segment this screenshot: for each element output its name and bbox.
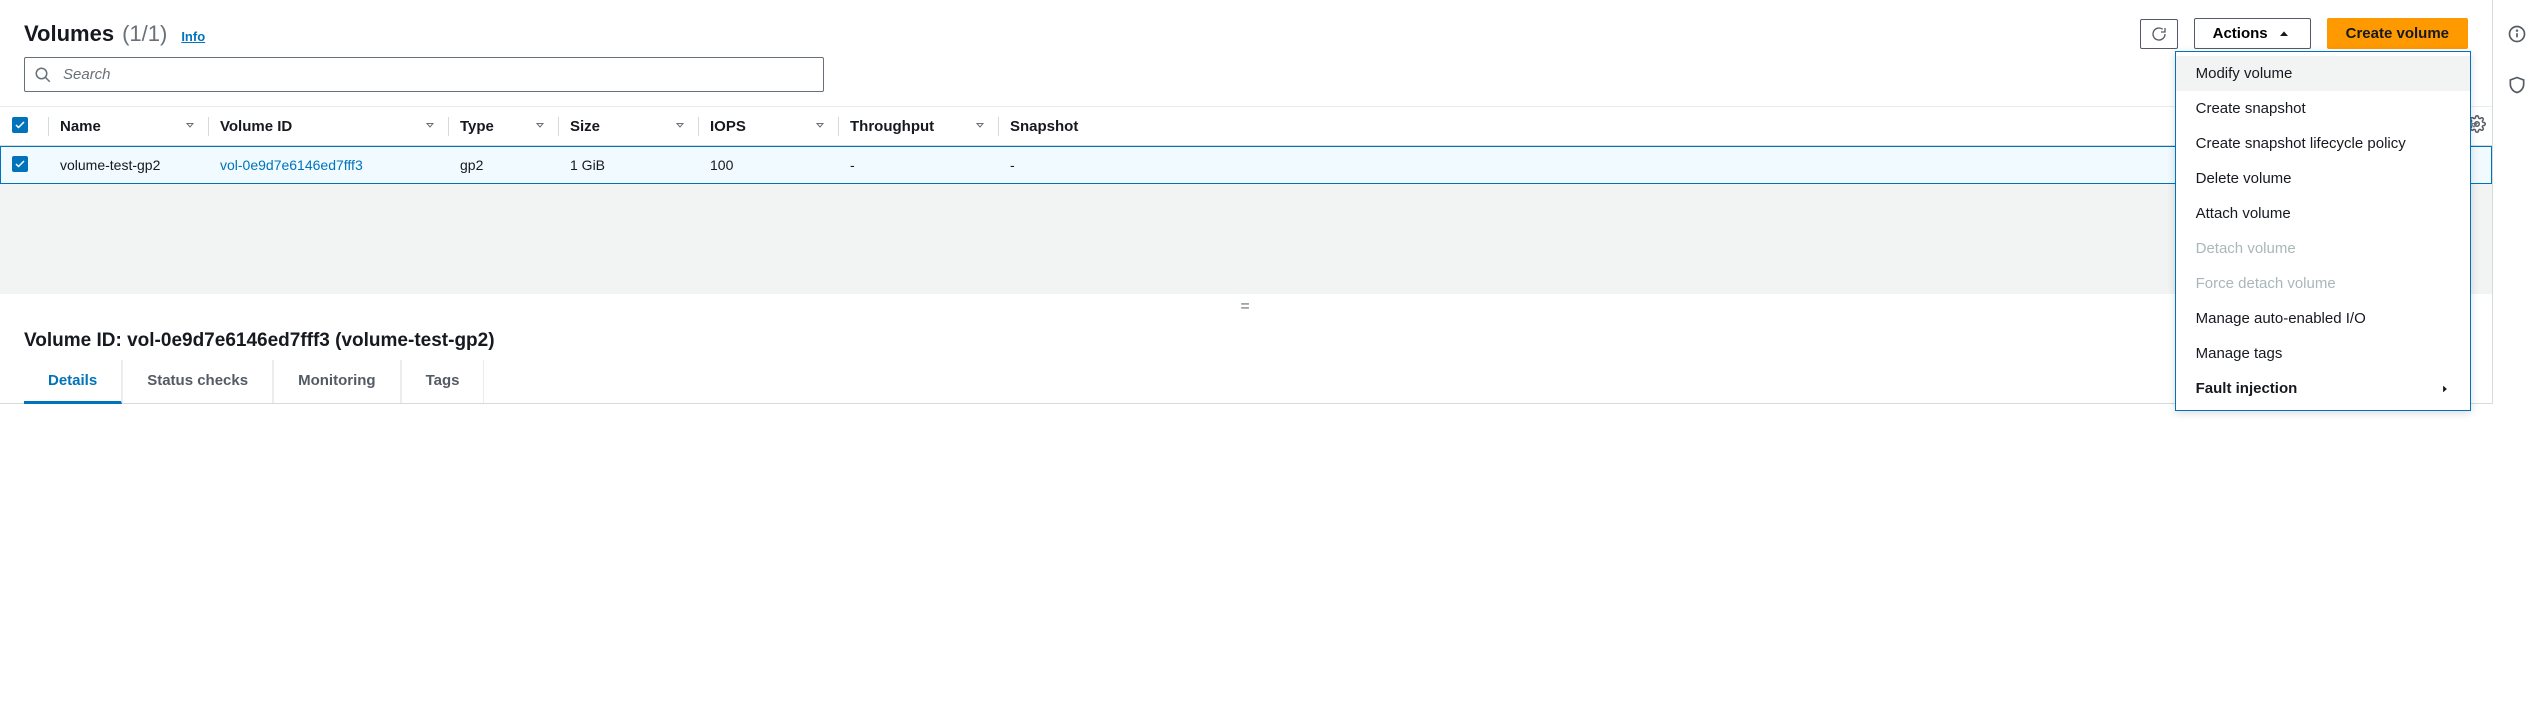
- sort-icon: [184, 119, 196, 131]
- title-text: Volumes: [24, 21, 114, 47]
- actions-menu-item[interactable]: Attach volume: [2176, 196, 2470, 231]
- actions-menu-item[interactable]: Create snapshot: [2176, 91, 2470, 126]
- actions-menu-item-label: Fault injection: [2196, 380, 2298, 397]
- panel-resize-handle[interactable]: =: [0, 294, 2492, 320]
- actions-menu-item: Force detach volume: [2176, 266, 2470, 301]
- col-id-label: Volume ID: [220, 118, 292, 135]
- cell-volume-id-link[interactable]: vol-0e9d7e6146ed7fff3: [220, 157, 363, 173]
- tab-status-checks[interactable]: Status checks: [122, 360, 273, 403]
- security-panel-button[interactable]: [2507, 75, 2527, 98]
- tab-tags[interactable]: Tags: [401, 360, 485, 403]
- volumes-table: Name Volume ID Type Size IOPS Throughput…: [0, 106, 2492, 294]
- details-tabs: DetailsStatus checksMonitoringTags: [0, 360, 2492, 404]
- actions-menu-item-label: Manage auto-enabled I/O: [2196, 310, 2366, 327]
- actions-button[interactable]: Actions: [2194, 18, 2311, 49]
- search-input[interactable]: [24, 57, 824, 92]
- actions-dropdown: Modify volume Create snapshot Create snaps…: [2175, 51, 2471, 411]
- col-type[interactable]: Type: [448, 107, 558, 146]
- col-snapshot[interactable]: Snapshot: [998, 107, 1138, 146]
- info-panel-button[interactable]: [2507, 24, 2527, 47]
- select-all-header[interactable]: [0, 107, 48, 146]
- col-snap-label: Snapshot: [1010, 118, 1078, 135]
- col-thr-label: Throughput: [850, 118, 934, 135]
- actions-label: Actions: [2213, 25, 2268, 42]
- cell-snapshot: -: [998, 146, 1138, 184]
- col-volume-id[interactable]: Volume ID: [208, 107, 448, 146]
- sort-icon: [814, 119, 826, 131]
- actions-menu-item-label: Manage tags: [2196, 345, 2283, 362]
- info-circle-icon: [2507, 24, 2527, 44]
- select-all-checkbox[interactable]: [12, 117, 28, 133]
- actions-menu-item-label: Attach volume: [2196, 205, 2291, 222]
- table-row[interactable]: volume-test-gp2 vol-0e9d7e6146ed7fff3 gp…: [0, 146, 2492, 184]
- right-rail: [2492, 0, 2540, 404]
- info-link[interactable]: Info: [181, 29, 205, 44]
- selection-count: (1/1): [122, 21, 167, 47]
- actions-menu-item-label: Create snapshot: [2196, 100, 2306, 117]
- sort-icon: [974, 119, 986, 131]
- create-volume-button[interactable]: Create volume: [2327, 18, 2468, 49]
- details-title: Volume ID: vol-0e9d7e6146ed7fff3 (volume…: [24, 330, 495, 352]
- row-checkbox[interactable]: [12, 156, 28, 172]
- actions-menu-item-label: Force detach volume: [2196, 275, 2336, 292]
- col-size[interactable]: Size: [558, 107, 698, 146]
- cell-name: volume-test-gp2: [48, 146, 208, 184]
- col-type-label: Type: [460, 118, 494, 135]
- actions-menu-item[interactable]: Manage tags: [2176, 336, 2470, 371]
- actions-menu-item-label: Delete volume: [2196, 170, 2292, 187]
- col-iops-label: IOPS: [710, 118, 746, 135]
- actions-menu-item-label: Create snapshot lifecycle policy: [2196, 135, 2406, 152]
- actions-menu-item[interactable]: Delete volume: [2176, 161, 2470, 196]
- sort-icon: [674, 119, 686, 131]
- page-title: Volumes (1/1) Info: [24, 21, 205, 47]
- sort-icon: [424, 119, 436, 131]
- shield-icon: [2507, 75, 2527, 95]
- actions-menu-item-label: Modify volume: [2196, 65, 2293, 82]
- col-name-label: Name: [60, 118, 101, 135]
- actions-menu-item: Detach volume: [2176, 231, 2470, 266]
- cell-size: 1 GiB: [558, 146, 698, 184]
- chevron-right-icon: [2440, 384, 2450, 394]
- actions-menu-item-label: Detach volume: [2196, 240, 2296, 257]
- col-name[interactable]: Name: [48, 107, 208, 146]
- actions-menu-item[interactable]: Fault injection: [2176, 371, 2470, 406]
- search-container: [24, 57, 824, 92]
- tab-details[interactable]: Details: [24, 360, 122, 404]
- caret-up-icon: [2276, 26, 2292, 42]
- table-empty-space: [0, 184, 2492, 294]
- actions-menu-item[interactable]: Create snapshot lifecycle policy: [2176, 126, 2470, 161]
- actions-menu-item[interactable]: Modify volume: [2176, 56, 2470, 91]
- col-throughput[interactable]: Throughput: [838, 107, 998, 146]
- search-icon: [34, 66, 52, 84]
- sort-icon: [534, 119, 546, 131]
- cell-type: gp2: [448, 146, 558, 184]
- col-iops[interactable]: IOPS: [698, 107, 838, 146]
- tab-monitoring[interactable]: Monitoring: [273, 360, 400, 403]
- cell-iops: 100: [698, 146, 838, 184]
- cell-throughput: -: [838, 146, 998, 184]
- create-volume-label: Create volume: [2346, 25, 2449, 42]
- refresh-button[interactable]: [2140, 19, 2178, 49]
- col-size-label: Size: [570, 118, 600, 135]
- refresh-icon: [2151, 26, 2167, 42]
- actions-menu-item[interactable]: Manage auto-enabled I/O: [2176, 301, 2470, 336]
